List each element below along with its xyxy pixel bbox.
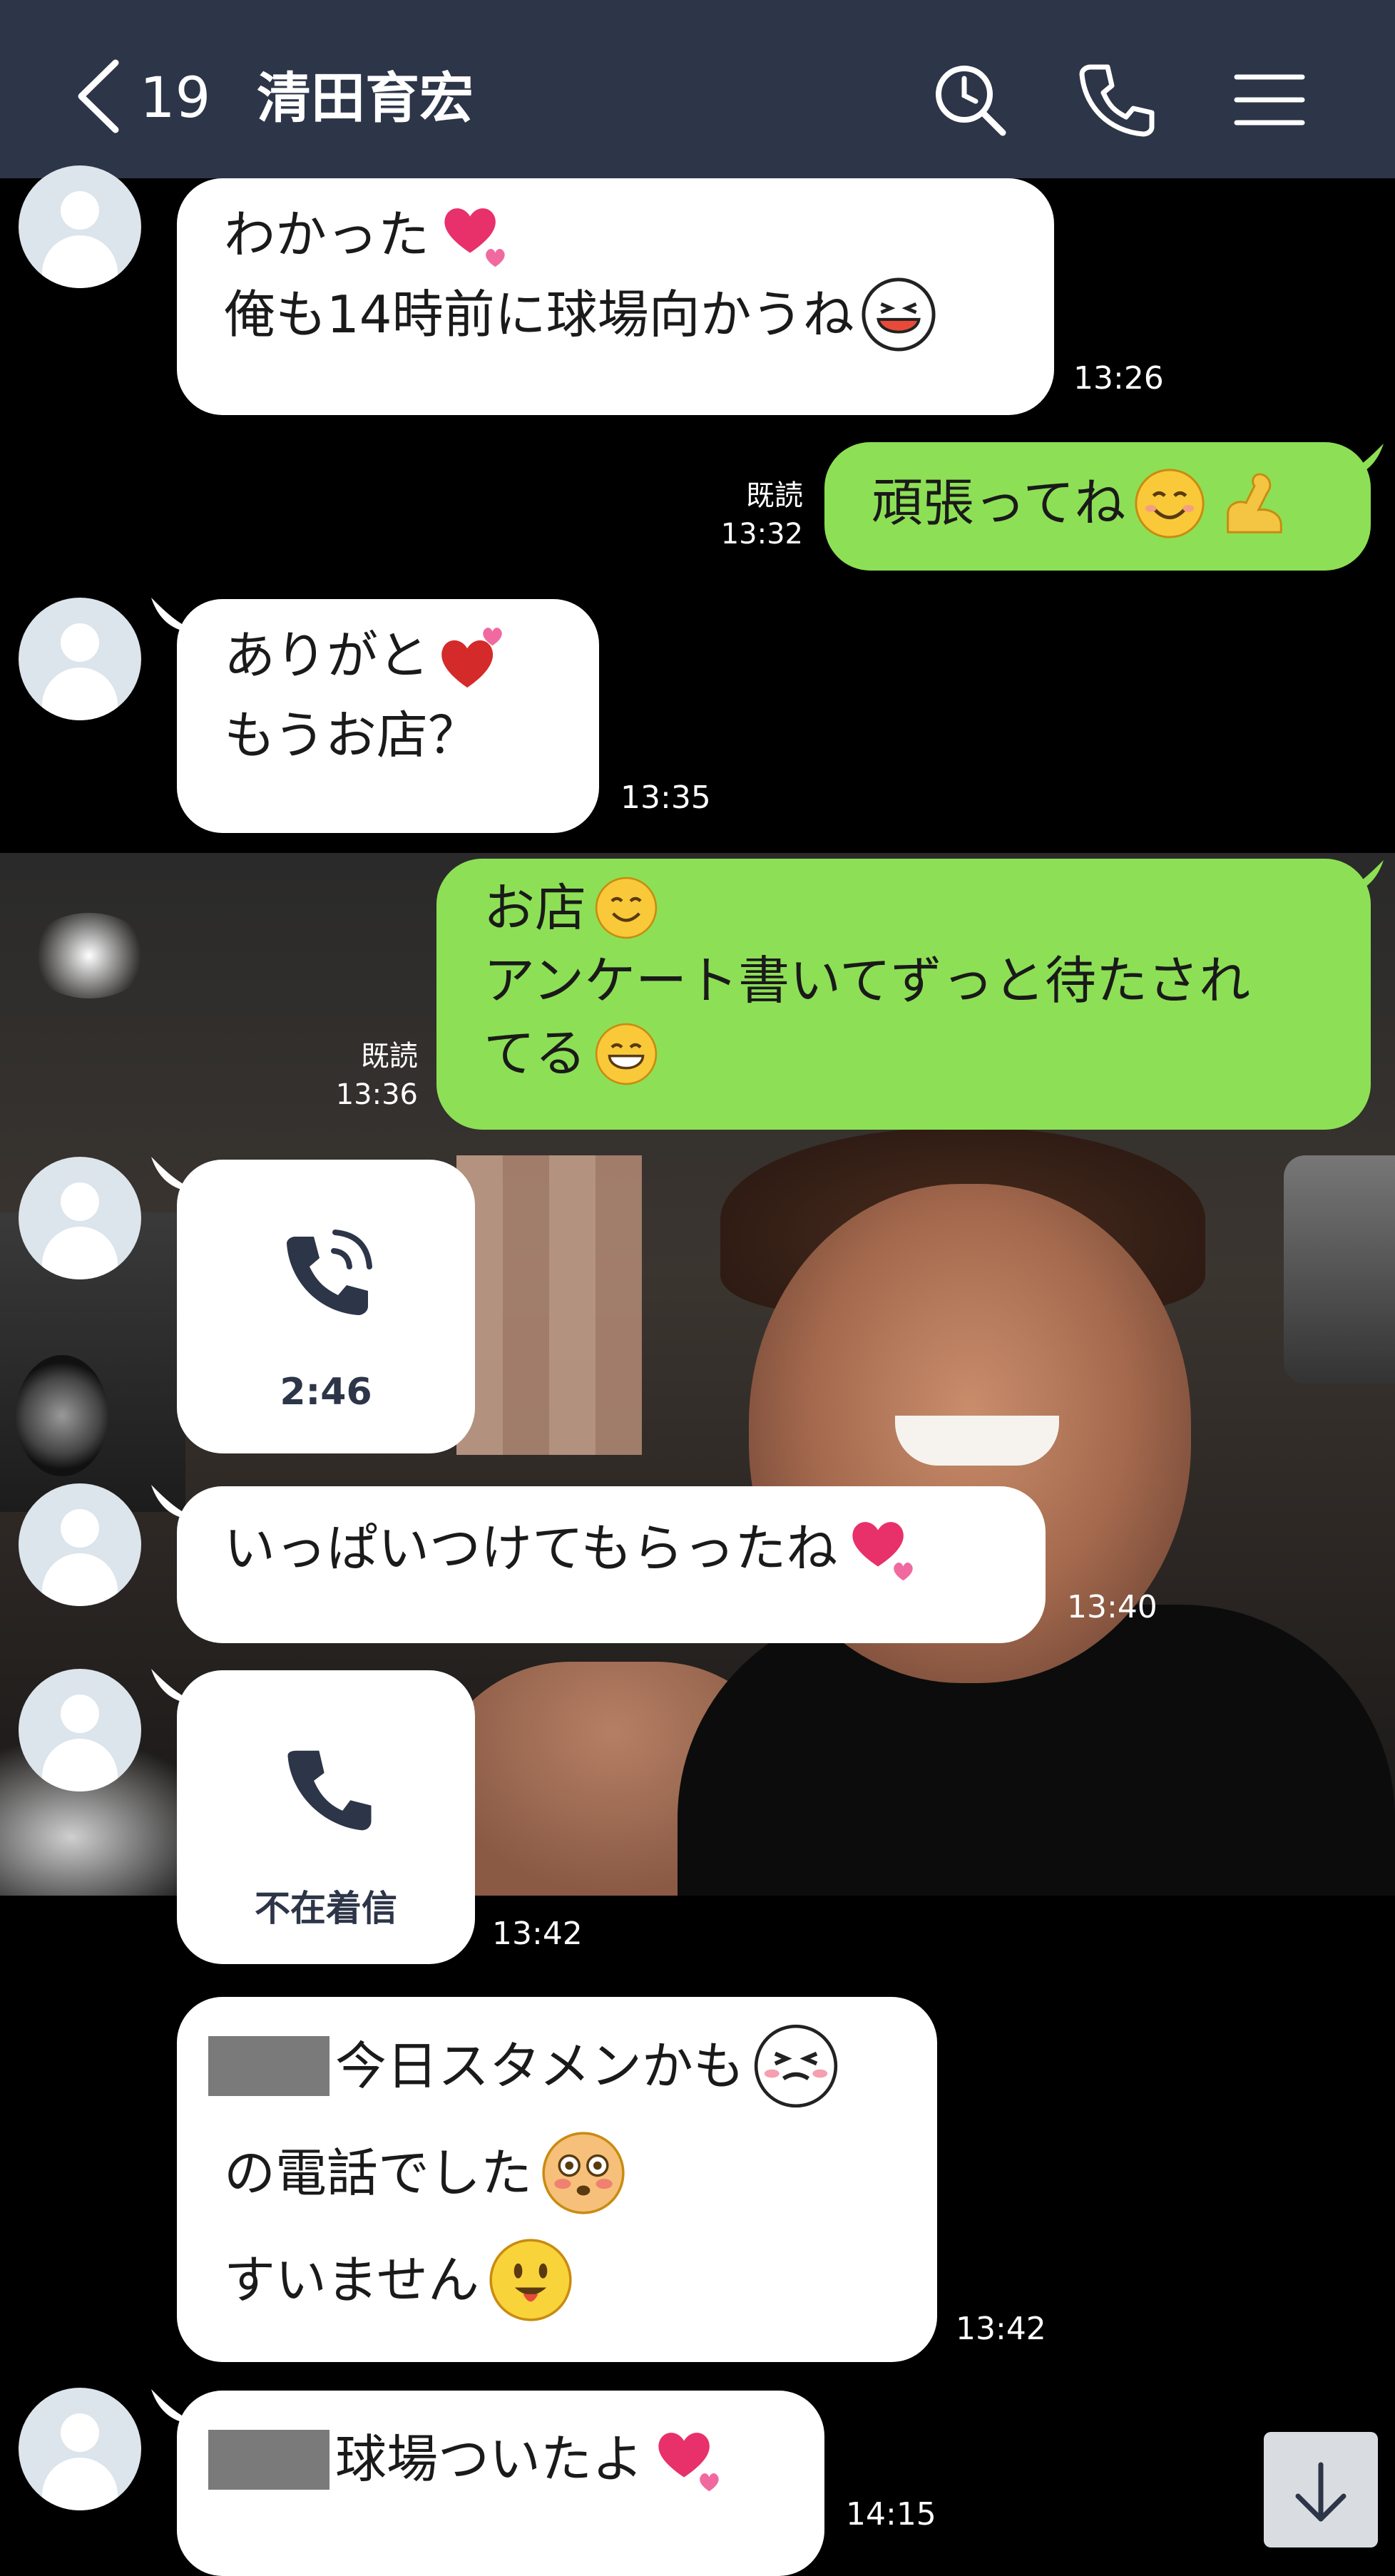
message-text: 今日スタメンかも (335, 2036, 745, 2096)
message-text: アンケート書いてずっと待たされ (484, 951, 1250, 1011)
laughing-face-icon (862, 277, 936, 352)
call-log-bubble[interactable]: 2:46 (177, 1160, 475, 1453)
avatar[interactable] (19, 1669, 141, 1792)
squinting-face-icon (754, 2024, 838, 2108)
avatar[interactable] (19, 1483, 141, 1606)
hearts-emoji-icon (852, 1521, 914, 1580)
phone-icon (287, 1750, 372, 1831)
read-receipt: 既読 13:36 (335, 1040, 418, 1111)
flushed-face-icon (542, 2132, 625, 2214)
message-time: 13:40 (1067, 1589, 1158, 1625)
search-icon[interactable] (927, 57, 1013, 143)
redacted-name (208, 2430, 329, 2490)
smiling-face-icon (1135, 469, 1205, 538)
call-icon (287, 1230, 372, 1315)
message-text: 俺も14時前に球場向かうね (224, 284, 854, 344)
message-time: 14:15 (846, 2496, 936, 2532)
message-bubble-incoming[interactable]: わかった 俺も14時前に球場向かうね (177, 178, 1054, 415)
smiling-face-icon (595, 876, 658, 939)
message-bubble-outgoing[interactable]: 頑張ってね (824, 442, 1371, 571)
avatar[interactable] (19, 2388, 141, 2510)
avatar[interactable] (19, 598, 141, 720)
message-text: お店 (484, 878, 587, 938)
read-receipt: 既読 13:32 (720, 479, 803, 551)
message-text: わかった (224, 205, 430, 265)
message-time: 13:42 (492, 1916, 583, 1952)
phone-icon[interactable] (1073, 57, 1159, 143)
message-bubble-incoming[interactable]: 今日スタメンかも の電話でした すいません (177, 1997, 937, 2362)
flexed-biceps-icon (1227, 473, 1283, 533)
arrow-down-icon (1295, 2462, 1347, 2522)
message-text: ありがと (224, 625, 430, 685)
message-bubble-incoming[interactable]: いっぱいつけてもらったね (177, 1486, 1046, 1643)
message-bubble-outgoing[interactable]: お店 アンケート書いてずっと待たされ てる (436, 859, 1371, 1130)
hearts-emoji-icon (444, 208, 505, 267)
message-bubble-incoming[interactable]: ありがと もうお店？ (177, 599, 599, 833)
chat-title: 清田育宏 (257, 66, 474, 130)
message-text: 球場ついたよ (335, 2429, 644, 2490)
message-bubble-incoming[interactable]: 球場ついたよ (177, 2391, 824, 2576)
message-time: 13:42 (956, 2311, 1046, 2347)
message-text: てる (484, 1023, 587, 1084)
message-text: いっぱいつけてもらったね (224, 1518, 838, 1578)
message-text: もうお店？ (224, 705, 479, 765)
avatar[interactable] (19, 165, 141, 288)
tongue-face-icon (489, 2239, 572, 2321)
missed-call-label: 不在着信 (255, 1888, 397, 1929)
call-duration: 2:46 (280, 1371, 372, 1414)
unread-count[interactable]: 19 (140, 63, 210, 134)
message-time: 13:35 (620, 780, 711, 816)
hearts-emoji-icon (658, 2433, 719, 2492)
message-text: すいません (224, 2250, 479, 2310)
message-text: の電話でした (224, 2143, 533, 2203)
message-time: 13:26 (1073, 360, 1164, 397)
menu-icon[interactable] (1227, 57, 1312, 143)
scroll-to-bottom-button[interactable] (1264, 2432, 1378, 2547)
back-chevron-icon[interactable] (71, 57, 128, 136)
grinning-face-icon (595, 1023, 658, 1085)
red-heart-icon (441, 627, 502, 688)
redacted-name (208, 2036, 329, 2096)
avatar[interactable] (19, 1157, 141, 1279)
chat-header: 19 清田育宏 (0, 0, 1395, 178)
message-text: 頑張ってね (872, 473, 1126, 533)
missed-call-bubble[interactable]: 不在着信 (177, 1670, 475, 1964)
